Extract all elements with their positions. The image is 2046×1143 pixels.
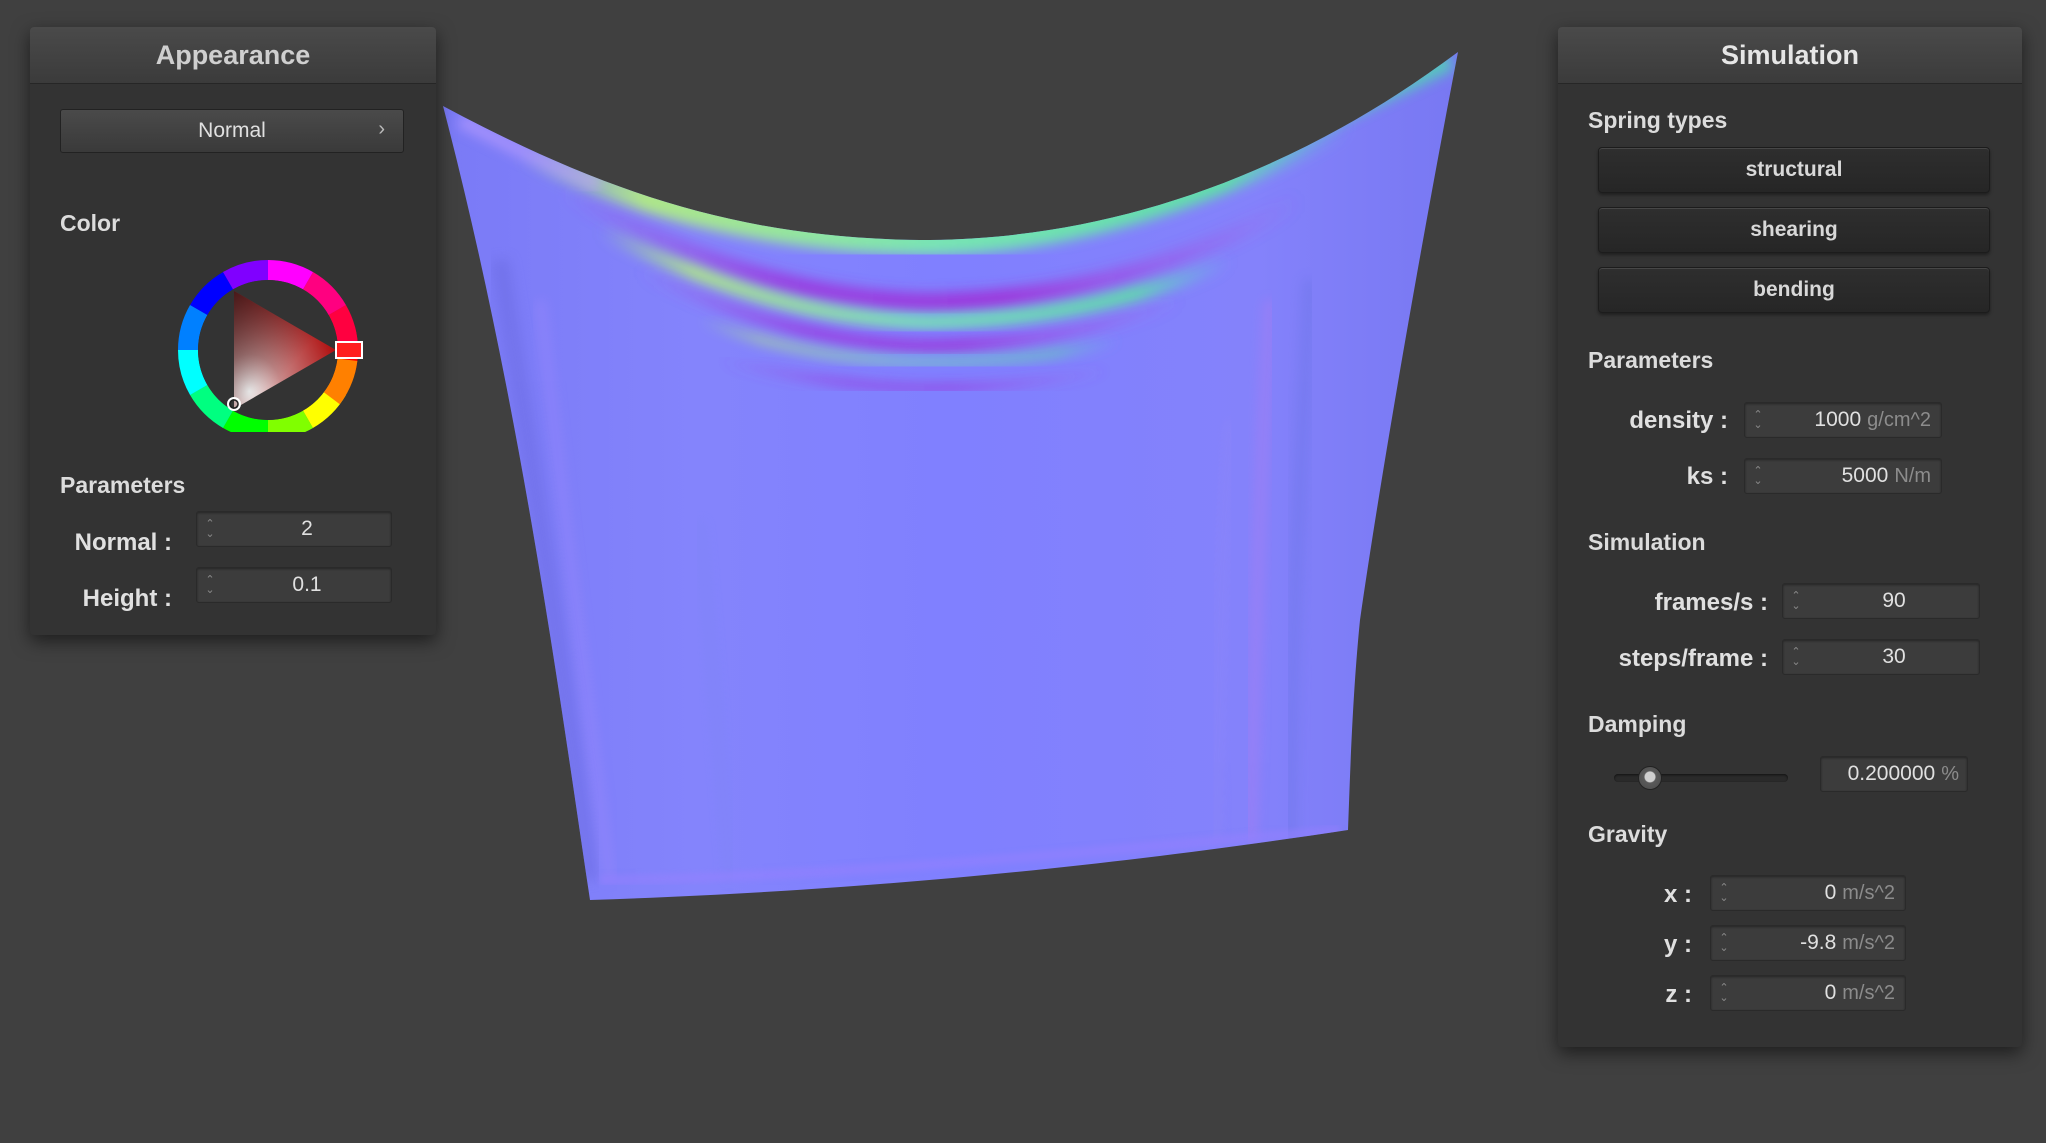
gravity-label: Gravity: [1588, 821, 1668, 847]
spinner-arrows-icon[interactable]: ⌃ ⌄: [1783, 647, 1809, 668]
gravity-x-label: x :: [1663, 881, 1692, 908]
render-mode-value: Normal: [198, 119, 266, 142]
gravity-z-value: 0: [1824, 981, 1837, 1004]
ks-unit: N/m: [1894, 464, 1931, 487]
spinner-arrows-icon[interactable]: ⌃ ⌄: [1711, 883, 1737, 904]
gravity-z-label: z :: [1665, 981, 1692, 1008]
gravity-y-input[interactable]: ⌃ ⌄ -9.8 m/s^2: [1710, 925, 1906, 961]
density-input[interactable]: ⌃ ⌄ 1000 g/cm^2: [1744, 402, 1942, 438]
simulation-section-label: Simulation: [1588, 529, 1706, 555]
shearing-spring-button[interactable]: shearing: [1598, 207, 1990, 253]
spinner-arrows-icon[interactable]: ⌃ ⌄: [197, 519, 223, 540]
gravity-z-input[interactable]: ⌃ ⌄ 0 m/s^2: [1710, 975, 1906, 1011]
gravity-x-value: 0: [1824, 881, 1837, 904]
damping-value: 0.200000: [1847, 762, 1936, 785]
structural-spring-button[interactable]: structural: [1598, 147, 1990, 193]
simulation-panel-title: Simulation: [1558, 27, 2022, 84]
gravity-y-unit: m/s^2: [1842, 931, 1895, 954]
color-wheel[interactable]: [142, 232, 382, 432]
gravity-x-input[interactable]: ⌃ ⌄ 0 m/s^2: [1710, 875, 1906, 911]
damping-slider-knob[interactable]: [1638, 766, 1663, 790]
appearance-parameters-label: Parameters: [60, 472, 186, 498]
density-label: density :: [1629, 407, 1728, 434]
frames-per-second-input[interactable]: ⌃ ⌄ 90: [1782, 583, 1980, 619]
gravity-z-unit: m/s^2: [1842, 981, 1895, 1004]
simulation-parameters-label: Parameters: [1588, 347, 1714, 373]
damping-slider[interactable]: [1614, 763, 1788, 793]
render-mode-dropdown[interactable]: Normal ›: [60, 109, 404, 153]
hue-ring[interactable]: [159, 241, 378, 432]
spring-types-label: Spring types: [1588, 107, 1728, 133]
height-input[interactable]: ⌃ ⌄ 0.1: [196, 567, 392, 603]
ks-value: 5000: [1841, 464, 1889, 487]
spinner-arrows-icon[interactable]: ⌃ ⌄: [1711, 933, 1737, 954]
chevron-right-icon: ›: [378, 118, 385, 140]
color-section-label: Color: [60, 210, 121, 236]
bending-spring-button[interactable]: bending: [1598, 267, 1990, 313]
appearance-panel-title: Appearance: [30, 27, 436, 84]
gravity-y-label: y :: [1663, 931, 1692, 958]
spinner-arrows-icon[interactable]: ⌃ ⌄: [1745, 466, 1771, 487]
spinner-arrows-icon[interactable]: ⌃ ⌄: [1745, 410, 1771, 431]
normal-label: Normal :: [74, 529, 172, 556]
gravity-x-unit: m/s^2: [1842, 881, 1895, 904]
normal-value: 2: [301, 517, 313, 540]
spinner-arrows-icon[interactable]: ⌃ ⌄: [1783, 591, 1809, 612]
height-value: 0.1: [292, 573, 322, 596]
frames-per-second-label: frames/s :: [1654, 589, 1768, 616]
density-unit: g/cm^2: [1867, 408, 1931, 431]
ks-label: ks :: [1686, 463, 1728, 490]
steps-per-frame-input[interactable]: ⌃ ⌄ 30: [1782, 639, 1980, 675]
steps-per-frame-value: 30: [1882, 645, 1906, 668]
spinner-arrows-icon[interactable]: ⌃ ⌄: [197, 575, 223, 596]
damping-unit: %: [1941, 762, 1959, 785]
damping-input[interactable]: 0.200000 %: [1820, 756, 1968, 792]
appearance-panel: Appearance Normal › Color Parameters Nor…: [30, 27, 436, 635]
gravity-y-value: -9.8: [1800, 931, 1837, 954]
spinner-arrows-icon[interactable]: ⌃ ⌄: [1711, 983, 1737, 1004]
height-label: Height :: [82, 585, 172, 612]
simulation-panel: Simulation Spring types structural shear…: [1558, 27, 2022, 1047]
frames-per-second-value: 90: [1882, 589, 1906, 612]
ks-input[interactable]: ⌃ ⌄ 5000 N/m: [1744, 458, 1942, 494]
steps-per-frame-label: steps/frame :: [1618, 645, 1768, 672]
damping-label: Damping: [1588, 711, 1687, 737]
normal-strength-input[interactable]: ⌃ ⌄ 2: [196, 511, 392, 547]
density-value: 1000: [1814, 408, 1862, 431]
hue-selector-handle[interactable]: [335, 341, 363, 359]
